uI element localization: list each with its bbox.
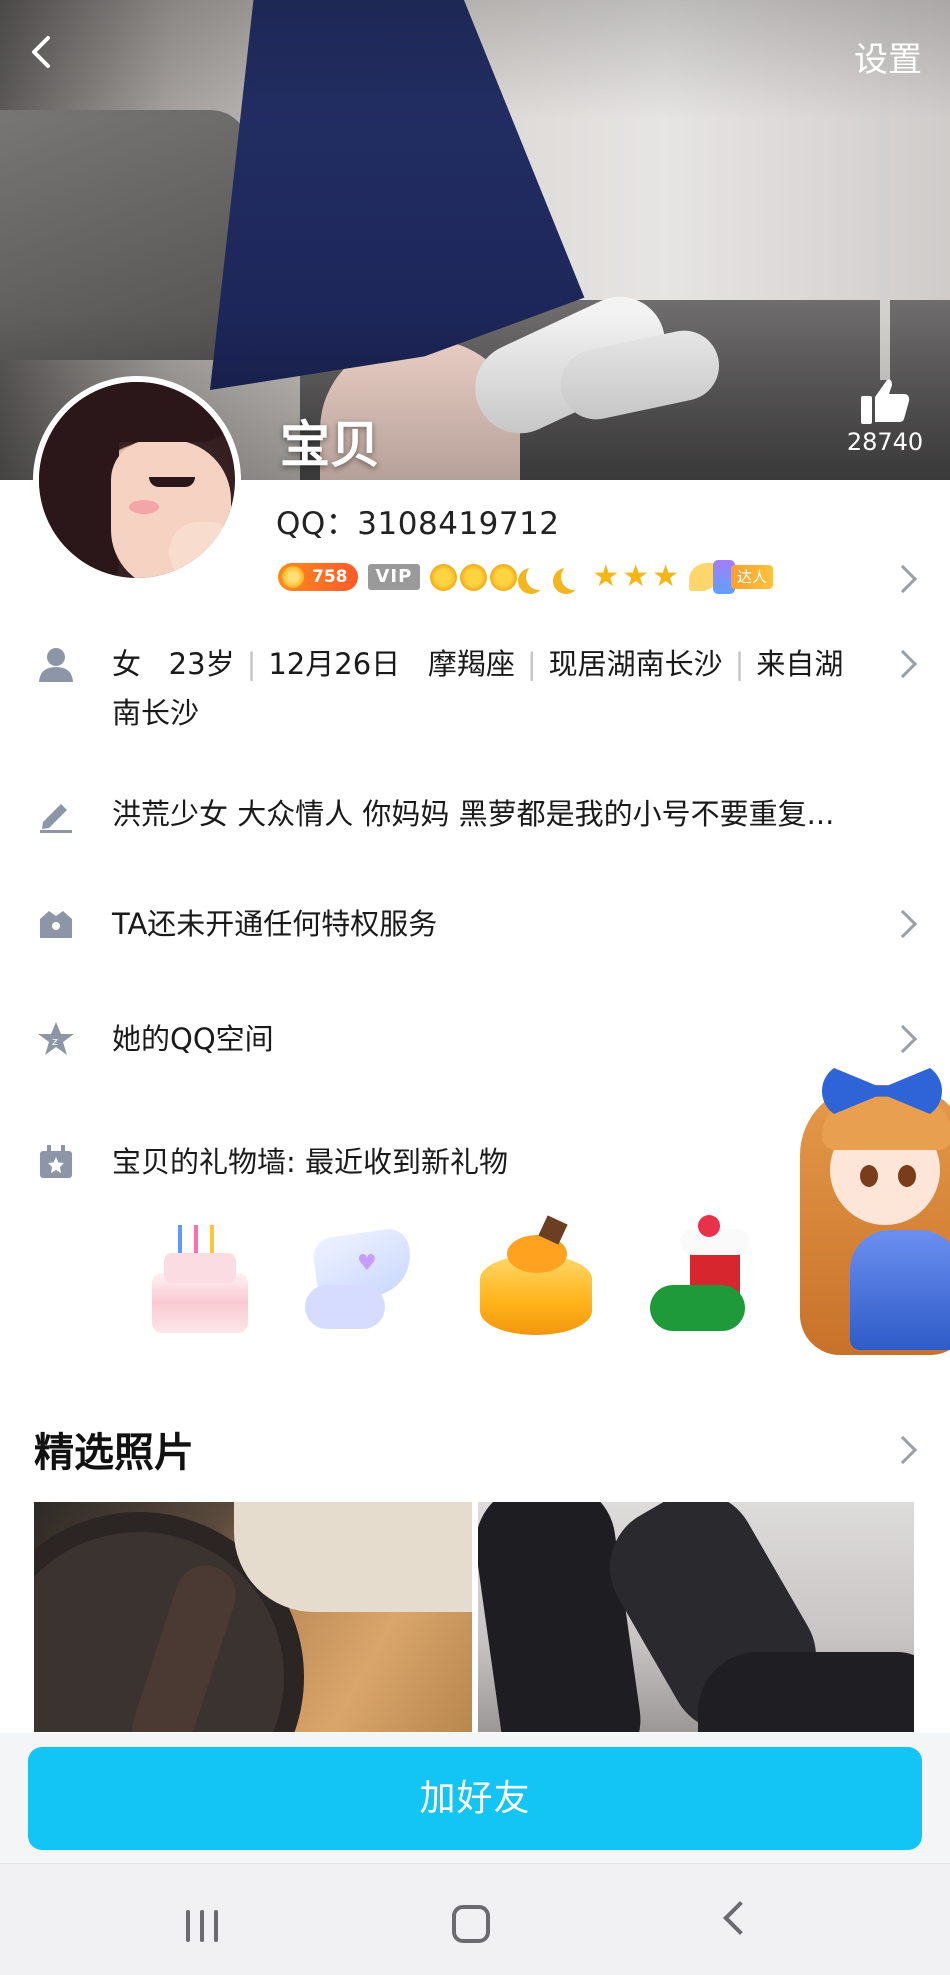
back-icon — [32, 36, 50, 68]
mascot-girl[interactable] — [790, 1045, 950, 1360]
gender: 女 — [112, 647, 142, 681]
coin-count: 758 — [312, 567, 348, 587]
chevron-right-icon — [888, 649, 918, 679]
featured-photos-title: 精选照片 — [34, 1430, 194, 1476]
coin-badge: 758 — [278, 563, 358, 591]
sun-icon — [430, 563, 458, 591]
birthday: 12月26日 — [268, 647, 401, 681]
age: 23岁 — [168, 647, 235, 681]
star-icon: z — [38, 1022, 74, 1055]
gift-mango-cake[interactable] — [472, 1215, 592, 1345]
gift-sock[interactable]: ♥ — [305, 1215, 425, 1345]
zodiac: 摩羯座 — [427, 647, 515, 681]
star-icon: ★ — [652, 559, 680, 594]
privilege-row[interactable]: TA还未开通任何特权服务 — [0, 900, 950, 950]
gift-icon — [40, 1145, 72, 1178]
star-icon: ★ — [592, 559, 620, 594]
signature-text: 洪荒少女 大众情人 你妈妈 黑萝都是我的小号不要重复... — [112, 797, 835, 831]
basic-info-text: 女 23岁 | 12月26日 摩羯座 | 现居湖南长沙 | 来自湖 南长沙 — [112, 647, 844, 730]
featured-photo-1[interactable] — [34, 1502, 472, 1732]
gift-birthday-cake[interactable] — [140, 1215, 260, 1345]
crown-icon — [40, 911, 72, 938]
chevron-right-icon — [888, 909, 918, 939]
recent-apps-button[interactable] — [186, 1910, 224, 1942]
chevron-right-icon[interactable] — [888, 1435, 918, 1465]
coin-icon — [282, 566, 304, 588]
residence: 现居湖南长沙 — [548, 647, 723, 681]
home-button[interactable] — [452, 1905, 490, 1943]
settings-button[interactable]: 设置 — [854, 32, 922, 81]
talent-tag: 达人 — [731, 565, 774, 589]
moon-icon — [561, 564, 587, 590]
pencil-icon — [40, 804, 72, 833]
qq-number: QQ：3108419712 — [276, 506, 560, 542]
svg-text:z: z — [52, 1035, 58, 1048]
like-button[interactable]: 28740 — [840, 376, 930, 456]
sun-icon — [460, 563, 488, 591]
basic-info-row[interactable]: 女 23岁 | 12月26日 摩羯座 | 现居湖南长沙 | 来自湖 南长沙 — [0, 640, 950, 750]
featured-photo-2[interactable] — [478, 1502, 914, 1732]
moon-icon — [526, 564, 552, 590]
chevron-right-icon[interactable] — [888, 564, 918, 594]
level-badges: ★ ★ ★ — [430, 562, 679, 592]
badge-row[interactable]: 758 VIP ★ ★ ★ 达人 — [278, 557, 774, 597]
star-icon: ★ — [622, 559, 650, 594]
gift-wall-text: 宝贝的礼物墙: 最近收到新礼物 — [112, 1145, 508, 1179]
add-friend-button[interactable]: 加好友 — [28, 1747, 922, 1850]
signature-row[interactable]: 洪荒少女 大众情人 你妈妈 黑萝都是我的小号不要重复... — [0, 790, 950, 840]
avatar[interactable] — [33, 376, 241, 584]
hometown-part-2: 南长沙 — [112, 696, 200, 730]
privilege-text: TA还未开通任何特权服务 — [112, 907, 438, 941]
sun-icon — [490, 563, 518, 591]
hometown-part-1: 来自湖 — [756, 647, 844, 681]
thumbs-up-icon — [861, 379, 910, 424]
vip-badge: VIP — [367, 564, 421, 590]
gift-christmas-boot[interactable] — [650, 1215, 770, 1345]
profile-name: 宝贝 — [280, 416, 380, 474]
talent-badge: 达人 — [689, 559, 774, 595]
qzone-text: 她的QQ空间 — [112, 1022, 274, 1056]
person-icon — [39, 648, 73, 682]
like-count: 28740 — [846, 428, 924, 456]
avatar-image — [39, 382, 235, 578]
back-button[interactable] — [20, 30, 64, 74]
